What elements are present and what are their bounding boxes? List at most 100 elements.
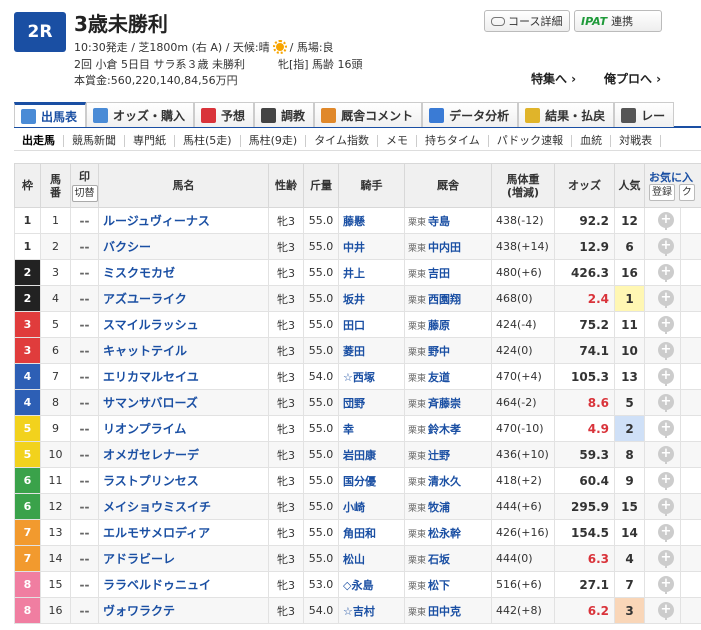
jockey-link[interactable]: 角田和	[338, 519, 405, 546]
horse-name-link[interactable]: サマンサバローズ	[98, 389, 269, 416]
jockey-link[interactable]: 田口	[338, 311, 405, 338]
main-tab-bar: 出馬表 オッズ・購入 予想 調教 厩舎コメント データ分析 結果・払戻 レー	[14, 102, 701, 128]
trainer-link[interactable]: 辻野	[428, 449, 450, 462]
sub-tab-2[interactable]: 専門紙	[125, 134, 175, 147]
main-tab-6[interactable]: 結果・払戻	[518, 102, 615, 127]
mark-cell[interactable]: --	[70, 519, 99, 546]
trainer-link[interactable]: 西園翔	[428, 293, 461, 306]
trainer-link[interactable]: 清水久	[428, 475, 461, 488]
mark-cell[interactable]: --	[70, 389, 99, 416]
main-tab-2[interactable]: 予想	[194, 102, 255, 127]
horse-name-link[interactable]: ミスクモカゼ	[98, 259, 269, 286]
trainer-link[interactable]: 吉田	[428, 267, 450, 280]
register-button[interactable]: 登録	[649, 183, 675, 201]
main-tab-3[interactable]: 調教	[254, 102, 315, 127]
trainer-link[interactable]: 寺島	[428, 215, 450, 228]
trainer-link[interactable]: 松永幹	[428, 527, 461, 540]
mark-cell[interactable]: --	[70, 415, 99, 442]
popularity-cell: 5	[614, 389, 645, 416]
jockey-link[interactable]: 井上	[338, 259, 405, 286]
sub-tab-9[interactable]: 血統	[572, 134, 612, 147]
trainer-link[interactable]: 鈴木孝	[428, 423, 461, 436]
sub-tab-1[interactable]: 競馬新聞	[64, 134, 125, 147]
horse-name-link[interactable]: アズユーライク	[98, 285, 269, 312]
trainer-link[interactable]: 松下	[428, 579, 450, 592]
jockey-link[interactable]: 菱田	[338, 337, 405, 364]
jockey-link[interactable]: 中井	[338, 233, 405, 260]
mark-cell[interactable]: --	[70, 311, 99, 338]
mark-cell[interactable]: --	[70, 493, 99, 520]
mark-cell[interactable]: --	[70, 571, 99, 598]
sub-tab-4[interactable]: 馬柱(9走)	[241, 134, 307, 147]
sub-tab-3[interactable]: 馬柱(5走)	[175, 134, 241, 147]
horse-name-link[interactable]: ララベルドゥニュイ	[98, 571, 269, 598]
sub-tab-0[interactable]: 出走馬	[14, 134, 64, 147]
mark-cell[interactable]: --	[70, 285, 99, 312]
jockey-link[interactable]: ☆西塚	[338, 363, 405, 390]
jockey-link[interactable]: 国分優	[338, 467, 405, 494]
horse-name-link[interactable]: エリカマルセイユ	[98, 363, 269, 390]
horse-name-link[interactable]: バクシー	[98, 233, 269, 260]
sub-tab-7[interactable]: 持ちタイム	[417, 134, 489, 147]
horse-name-link[interactable]: ヴォワラクテ	[98, 597, 269, 624]
course-detail-button[interactable]: コース詳細	[484, 10, 570, 32]
extra-button[interactable]: ク	[678, 183, 695, 201]
jockey-link[interactable]: 幸	[338, 415, 405, 442]
mark-cell[interactable]: --	[70, 337, 99, 364]
trainer-link[interactable]: 石坂	[428, 553, 450, 566]
sub-tab-5[interactable]: タイム指数	[306, 134, 378, 147]
mark-cell[interactable]: --	[70, 259, 99, 286]
mark-cell[interactable]: --	[70, 545, 99, 572]
horse-name-link[interactable]: ラストプリンセス	[98, 467, 269, 494]
horse-name-link[interactable]: リオンプライム	[98, 415, 269, 442]
umaban-cell: 11	[40, 467, 71, 494]
sub-tab-10[interactable]: 対戦表	[611, 134, 662, 147]
horse-name-link[interactable]: オメガセレナーデ	[98, 441, 269, 468]
trainer-link[interactable]: 野中	[428, 345, 450, 358]
main-tab-label: レー	[641, 108, 666, 123]
trainer-link[interactable]: 藤原	[428, 319, 450, 332]
table-row: 8 15 -- ララベルドゥニュイ 牝3 53.0 ◇永島 栗東 松下 516(+6) 27.1 7 +	[14, 571, 701, 598]
horse-name-link[interactable]: エルモサメロディア	[98, 519, 269, 546]
jockey-link[interactable]: 小崎	[338, 493, 405, 520]
trainer-cell: 栗東 松永幹	[404, 519, 492, 546]
jockey-link[interactable]: 坂井	[338, 285, 405, 312]
mark-cell[interactable]: --	[70, 363, 99, 390]
orepuro-link[interactable]: 俺プロへ ›	[604, 70, 661, 87]
mark-cell[interactable]: --	[70, 233, 99, 260]
jockey-link[interactable]: ◇永島	[338, 571, 405, 598]
horse-name-link[interactable]: アドラビーレ	[98, 545, 269, 572]
main-tab-4[interactable]: 厩舎コメント	[314, 102, 423, 127]
mark-cell[interactable]: --	[70, 441, 99, 468]
main-tab-0[interactable]: 出馬表	[14, 102, 87, 127]
jockey-link[interactable]: 団野	[338, 389, 405, 416]
mark-cell[interactable]: --	[70, 207, 99, 234]
horse-name-link[interactable]: スマイルラッシュ	[98, 311, 269, 338]
jockey-link[interactable]: 岩田康	[338, 441, 405, 468]
trainer-link[interactable]: 友道	[428, 371, 450, 384]
horse-name-link[interactable]: キャットテイル	[98, 337, 269, 364]
ipat-link-label: 連携	[611, 15, 634, 28]
jockey-link[interactable]: 藤懸	[338, 207, 405, 234]
trainer-link[interactable]: 斉藤崇	[428, 397, 461, 410]
horse-name-link[interactable]: ルージュヴィーナス	[98, 207, 269, 234]
main-tab-5[interactable]: データ分析	[422, 102, 519, 127]
popularity-cell: 9	[614, 467, 645, 494]
extra-cell	[680, 285, 701, 312]
ipat-link-button[interactable]: IPAT 連携	[574, 10, 662, 32]
horse-name-link[interactable]: メイショウミスイチ	[98, 493, 269, 520]
trainer-link[interactable]: 田中克	[428, 605, 461, 618]
sub-tab-6[interactable]: メモ	[378, 134, 417, 147]
mark-cell[interactable]: --	[70, 597, 99, 624]
tokushu-link[interactable]: 特集へ ›	[531, 70, 576, 87]
trainer-link[interactable]: 中内田	[428, 241, 461, 254]
jockey-link[interactable]: 松山	[338, 545, 405, 572]
sexage-cell: 牝3	[268, 285, 304, 312]
jockey-link[interactable]: ☆吉村	[338, 597, 405, 624]
mark-cell[interactable]: --	[70, 467, 99, 494]
main-tab-1[interactable]: オッズ・購入	[86, 102, 195, 127]
trainer-link[interactable]: 牧浦	[428, 501, 450, 514]
sub-tab-8[interactable]: パドック速報	[489, 134, 573, 147]
mark-toggle-button[interactable]: 切替	[71, 184, 98, 202]
main-tab-7[interactable]: レー	[614, 102, 675, 127]
